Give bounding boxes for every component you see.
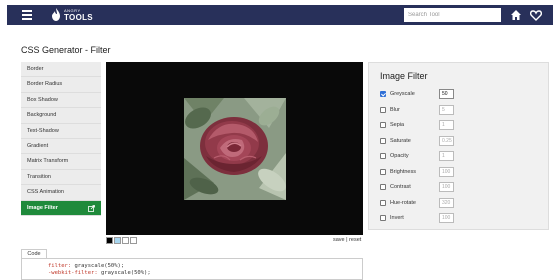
sidebar-item-label: Border Radius — [27, 81, 63, 88]
sidebar-item-image-filter[interactable]: Image Filter — [21, 200, 101, 216]
code-property: filter: — [48, 263, 72, 269]
filter-label: Hue-rotate — [390, 199, 416, 206]
sidebar-item-label: Transition — [27, 173, 51, 180]
swatch-transparent[interactable] — [130, 237, 137, 244]
brightness-value-input[interactable]: 100 — [439, 166, 454, 177]
sidebar-item-label: Background — [27, 112, 57, 119]
saturate-checkbox[interactable] — [380, 137, 386, 144]
panel-title: Image Filter — [380, 71, 428, 81]
hue-rotate-checkbox[interactable] — [380, 199, 386, 206]
code-line: filter: grayscale(50%); — [48, 263, 124, 269]
greyscale-value-input[interactable]: 50 — [439, 89, 454, 99]
sidebar-item-label: Text-Shadow — [27, 127, 59, 134]
filter-row-blur: Blur 5 — [380, 104, 540, 115]
filter-label: Sepia — [390, 122, 405, 128]
blur-value-input[interactable]: 5 — [439, 104, 454, 115]
sidebar-item-border[interactable]: Border — [21, 62, 101, 78]
opacity-value-input[interactable]: 1 — [439, 151, 454, 161]
logo-flame-icon[interactable] — [50, 8, 62, 22]
sidebar-item-text-shadow[interactable]: Text-Shadow — [21, 123, 101, 139]
heart-icon[interactable] — [530, 9, 542, 21]
logo-text-bottom[interactable]: TOOLS — [64, 13, 93, 22]
filter-row-brightness: Brightness 100 — [380, 166, 540, 177]
invert-checkbox[interactable] — [380, 215, 386, 221]
opacity-checkbox[interactable] — [380, 153, 386, 159]
external-link-icon[interactable] — [88, 204, 95, 212]
filter-row-hue-rotate: Hue-rotate 320 — [380, 197, 540, 208]
hue-rotate-value-input[interactable]: 320 — [439, 197, 454, 208]
sidebar-item-label: Box Shadow — [27, 96, 58, 103]
code-property: -webkit-filter: — [48, 270, 98, 276]
code-output[interactable]: filter: grayscale(50%); -webkit-filter: … — [21, 258, 363, 280]
home-icon[interactable] — [510, 9, 522, 21]
filter-row-contrast: Contrast 100 — [380, 182, 540, 192]
code-value: grayscale(50%); — [97, 270, 151, 276]
filter-label: Blur — [390, 106, 400, 113]
sidebar-item-box-shadow[interactable]: Box Shadow — [21, 92, 101, 109]
sidebar-item-label: Image Filter — [27, 204, 58, 211]
sidebar-item-label: CSS Animation — [27, 189, 64, 196]
sidebar-item-matrix-transform[interactable]: Matrix Transform — [21, 154, 101, 170]
greyscale-checkbox[interactable] — [380, 91, 386, 97]
contrast-checkbox[interactable] — [380, 184, 386, 190]
invert-value-input[interactable]: 100 — [439, 213, 454, 223]
swatch-white[interactable] — [122, 237, 129, 244]
filter-label: Saturate — [390, 137, 411, 144]
swatch-black[interactable] — [106, 237, 113, 244]
filter-label: Invert — [390, 215, 404, 221]
background-swatches — [106, 237, 138, 244]
save-reset-links[interactable]: save | reset — [333, 237, 361, 243]
filter-row-opacity: Opacity 1 — [380, 151, 540, 161]
hamburger-menu-icon[interactable] — [22, 10, 32, 20]
filter-row-saturate: Saturate 0.25 — [380, 135, 540, 146]
sidebar-item-border-radius[interactable]: Border Radius — [21, 77, 101, 93]
sepia-checkbox[interactable] — [380, 122, 386, 128]
top-nav-bar: ANGRY TOOLS — [7, 5, 553, 25]
filter-preview-canvas — [106, 62, 363, 235]
brightness-checkbox[interactable] — [380, 168, 386, 175]
sidebar-item-label: Border — [27, 66, 44, 72]
saturate-value-input[interactable]: 0.25 — [439, 135, 454, 146]
sidebar-item-background[interactable]: Background — [21, 108, 101, 124]
filter-row-sepia: Sepia 1 — [380, 120, 540, 130]
search-input[interactable] — [404, 8, 501, 22]
sidebar-item-label: Gradient — [27, 142, 49, 149]
page-title: CSS Generator - Filter — [21, 45, 111, 55]
contrast-value-input[interactable]: 100 — [439, 182, 454, 192]
rose-preview-image — [184, 98, 286, 200]
filter-row-invert: Invert 100 — [380, 213, 540, 223]
code-line: -webkit-filter: grayscale(50%); — [48, 270, 151, 276]
image-filter-panel: Image Filter Greyscale 50 Blur 5 Sepia 1… — [368, 62, 549, 230]
filter-row-greyscale: Greyscale 50 — [380, 89, 540, 99]
swatch-light-blue[interactable] — [114, 237, 121, 244]
sidebar-item-css-animation[interactable]: CSS Animation — [21, 185, 101, 201]
sidebar-item-gradient[interactable]: Gradient — [21, 138, 101, 155]
tab-code[interactable]: Code — [21, 249, 47, 258]
sidebar-item-label: Matrix Transform — [27, 158, 69, 165]
filter-label: Brightness — [390, 168, 416, 175]
blur-checkbox[interactable] — [380, 106, 386, 113]
sepia-value-input[interactable]: 1 — [439, 120, 454, 130]
sidebar: Border Border Radius Box Shadow Backgrou… — [21, 62, 101, 216]
code-value: grayscale(50%); — [71, 263, 125, 269]
filter-label: Opacity — [390, 153, 409, 159]
sidebar-item-transition[interactable]: Transition — [21, 169, 101, 186]
filter-label: Contrast — [390, 184, 411, 190]
filter-label: Greyscale — [390, 91, 415, 97]
